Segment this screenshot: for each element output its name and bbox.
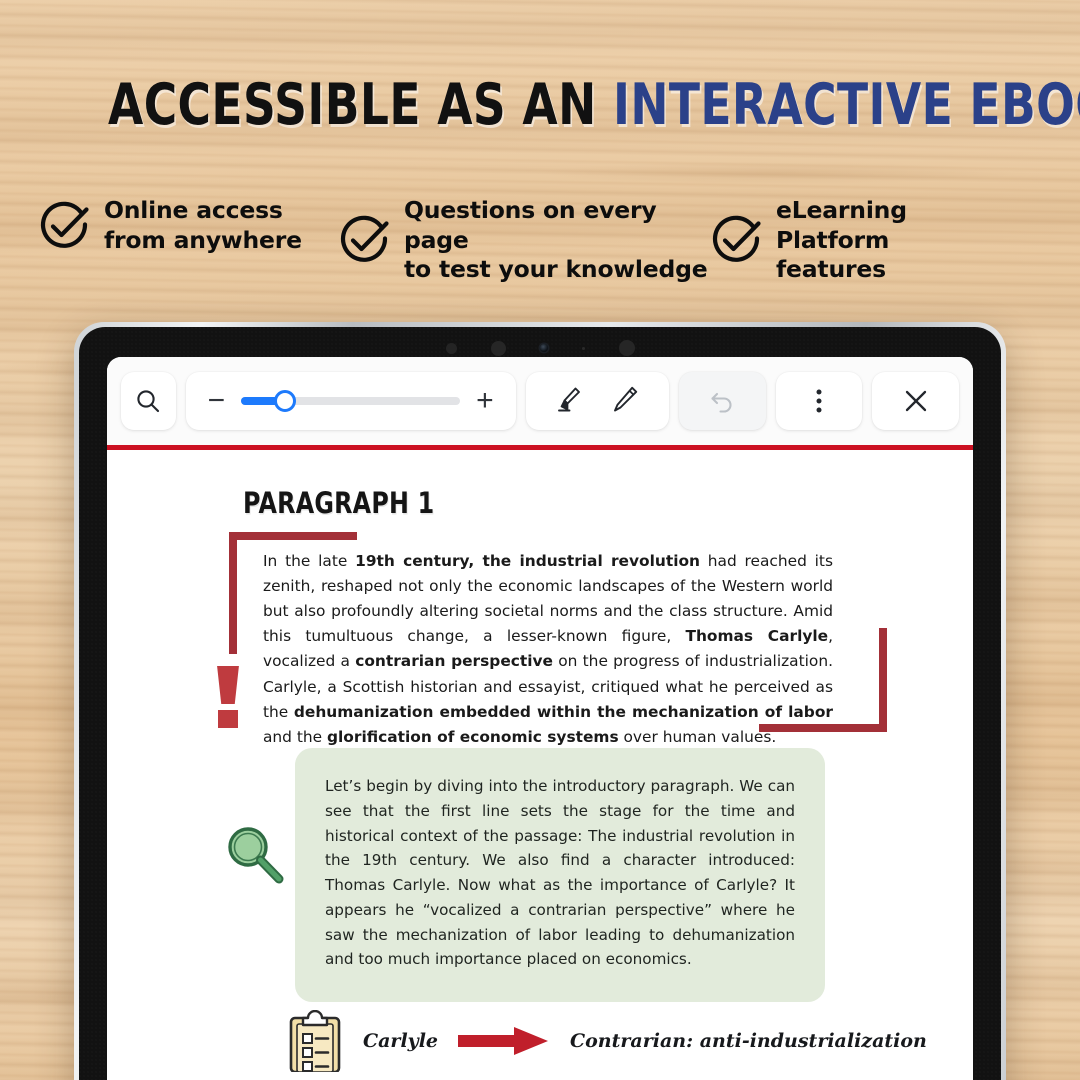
highlighter-button[interactable] [554,384,584,419]
close-icon [905,390,926,412]
tablet-device: − + PARAGRAPH 1 In the late 19th century… [74,322,1006,1080]
more-options-button[interactable] [775,372,863,430]
explanation-callout: Let’s begin by diving into the introduct… [295,748,825,1003]
undo-button[interactable] [678,372,766,430]
close-button[interactable] [872,372,960,430]
headline-part-blue: INTERACTIVE EBOOK [612,72,1080,138]
tablet-bezel: − + PARAGRAPH 1 In the late 19th century… [79,327,1001,1080]
pencil-button[interactable] [610,384,640,419]
summary-left-label: Carlyle [363,1030,439,1052]
headline-part-dark: ACCESSIBLE AS AN [108,72,613,138]
paragraph-body: In the late 19th century, the industrial… [263,552,833,746]
feature-list: Online access from anywhere Questions on… [38,196,1042,285]
tablet-screen: − + PARAGRAPH 1 In the late 19th century… [107,357,973,1080]
zoom-slider[interactable] [241,390,461,412]
clipboard-icon [287,1009,343,1074]
document-page: PARAGRAPH 1 In the late 19th century, th… [107,450,973,1080]
search-icon [137,390,160,413]
feature-label: Online access from anywhere [104,196,302,254]
zoom-slider-thumb[interactable] [273,390,296,412]
feature-label: Questions on every page to test your kno… [404,196,708,284]
undo-icon [711,392,732,413]
search-button[interactable] [121,372,176,430]
summary-right-label: Contrarian: anti-industrialization [570,1030,927,1052]
magnifier-icon [219,820,293,894]
reader-toolbar: − + [107,357,973,445]
check-circle-icon [38,200,90,252]
led-indicator-icon [581,346,585,350]
check-circle-icon [710,214,762,266]
front-camera-icon [539,344,548,352]
feature-item-online-access: Online access from anywhere [38,196,338,255]
poster-root: ACCESSIBLE AS AN INTERACTIVE EBOOK Onlin… [0,0,1080,1080]
proximity-sensor-icon [618,340,635,356]
annotation-tools-group [525,372,669,430]
speaker-dot-icon [445,342,457,354]
feature-item-questions: Questions on every page to test your kno… [338,196,710,285]
feature-item-elearning: eLearning Platform features [710,196,1010,285]
highlighter-icon [558,387,581,411]
page-title: ACCESSIBLE AS AN INTERACTIVE EBOOK [108,72,1080,138]
zoom-control[interactable]: − + [185,372,516,430]
sensor-dot-icon [490,340,506,356]
callout-text: Let’s begin by diving into the introduct… [325,777,795,969]
tablet-sensor-array [79,340,1001,356]
zoom-out-button[interactable]: − [208,386,226,416]
paragraph-heading: PARAGRAPH 1 [243,486,435,520]
pencil-icon [614,386,638,411]
feature-label: eLearning Platform features [776,196,907,284]
exclamation-mark-icon [215,666,241,728]
more-vertical-icon [816,389,822,413]
check-circle-icon [338,214,390,266]
arrow-right-icon [458,1025,550,1057]
summary-row: Carlyle Contrarian: anti-industrializati… [287,1009,927,1074]
zoom-in-button[interactable]: + [476,386,494,416]
